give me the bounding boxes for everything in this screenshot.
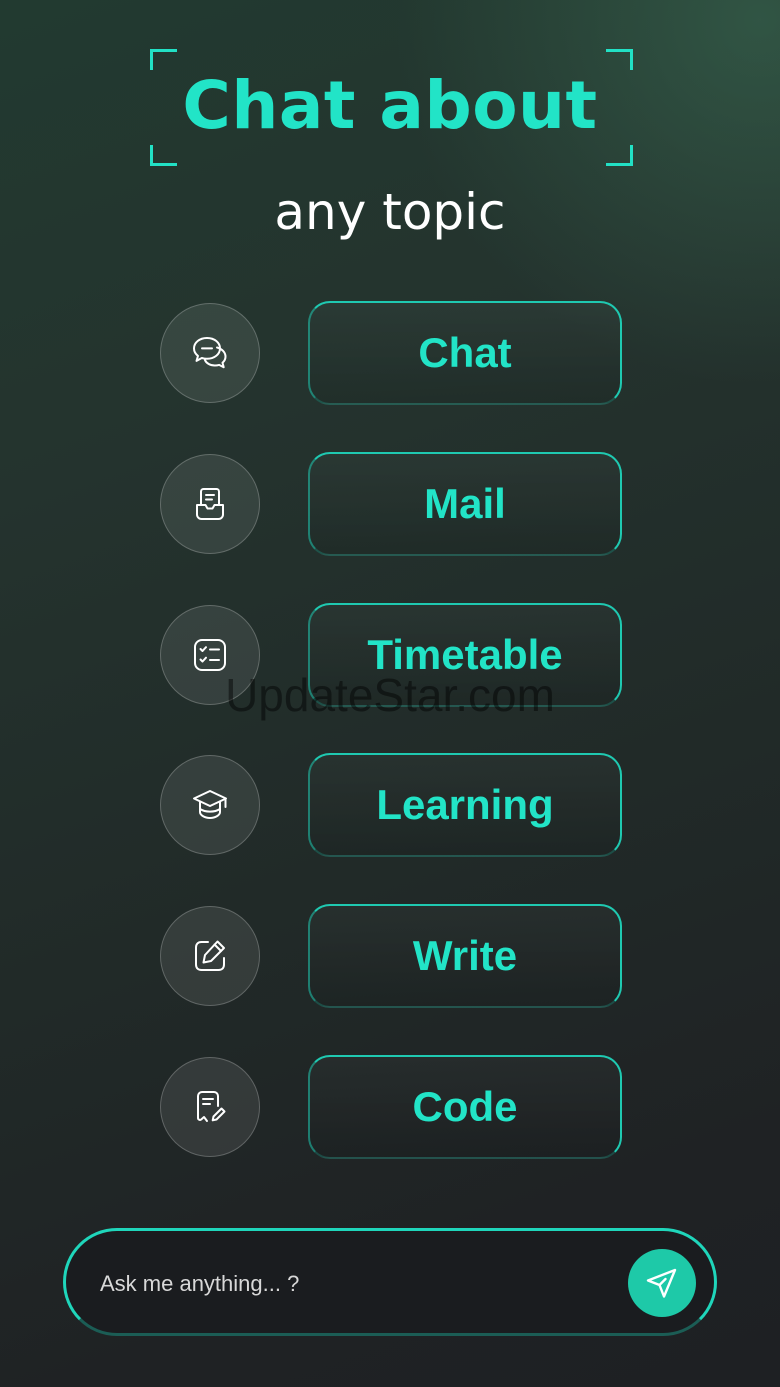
topic-row-timetable: Timetable	[0, 603, 780, 707]
title-section: Chat about any topic	[0, 0, 780, 260]
topic-row-learning: Learning	[0, 753, 780, 857]
topic-icon-circle[interactable]	[160, 454, 260, 554]
document-pen-icon	[197, 1091, 226, 1122]
topic-icon-circle[interactable]	[160, 1057, 260, 1157]
checklist-icon	[194, 639, 226, 671]
topic-icon-circle[interactable]	[160, 755, 260, 855]
topic-row-code: Code	[0, 1055, 780, 1159]
edit-pencil-icon	[195, 940, 225, 971]
graduation-cap-icon	[193, 790, 227, 819]
topic-button-learning[interactable]: Learning	[308, 753, 622, 857]
topic-button-timetable[interactable]: Timetable	[308, 603, 622, 707]
send-icon	[646, 1268, 677, 1298]
page-title: Chat about	[182, 67, 598, 144]
chat-bubbles-icon	[193, 337, 227, 369]
topic-icon-circle[interactable]	[160, 303, 260, 403]
topic-button-chat[interactable]: Chat	[308, 301, 622, 405]
topic-button-write[interactable]: Write	[308, 904, 622, 1008]
page-subtitle: any topic	[274, 183, 506, 241]
send-button[interactable]	[628, 1249, 696, 1317]
topic-row-write: Write	[0, 904, 780, 1008]
topic-row-mail: Mail	[0, 452, 780, 556]
ask-input[interactable]	[98, 1261, 582, 1307]
topic-button-mail[interactable]: Mail	[308, 452, 622, 556]
topic-icon-circle[interactable]	[160, 605, 260, 705]
mail-inbox-icon	[196, 488, 224, 520]
ask-bar	[63, 1228, 717, 1336]
topic-button-code[interactable]: Code	[308, 1055, 622, 1159]
topic-icon-circle[interactable]	[160, 906, 260, 1006]
topic-row-chat: Chat	[0, 301, 780, 405]
